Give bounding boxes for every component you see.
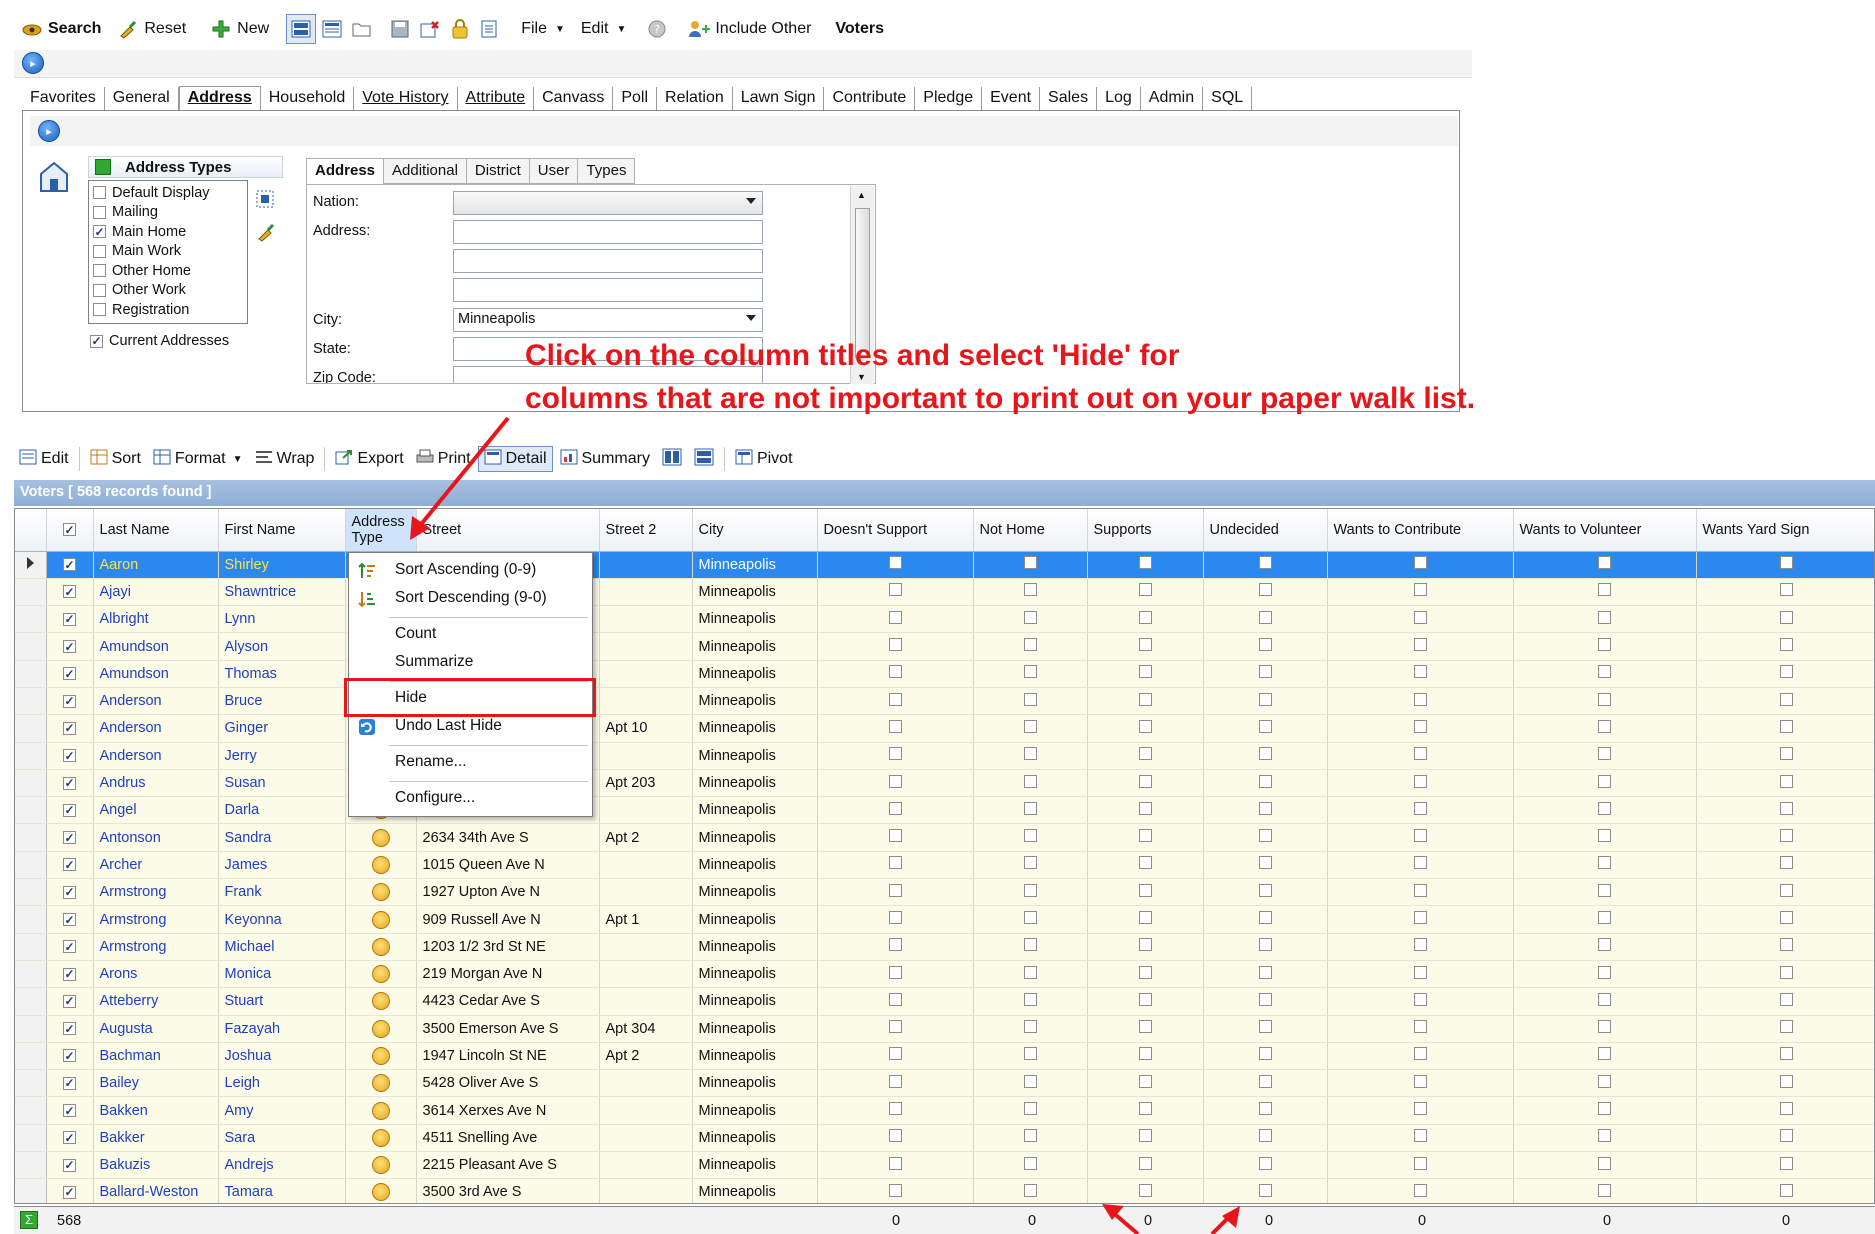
arrow-to-column-header [410, 416, 510, 540]
arrow-to-footer-left [1102, 1204, 1140, 1234]
arrow-to-footer-right [1210, 1206, 1240, 1234]
annotation-arrows [410, 416, 1240, 1234]
